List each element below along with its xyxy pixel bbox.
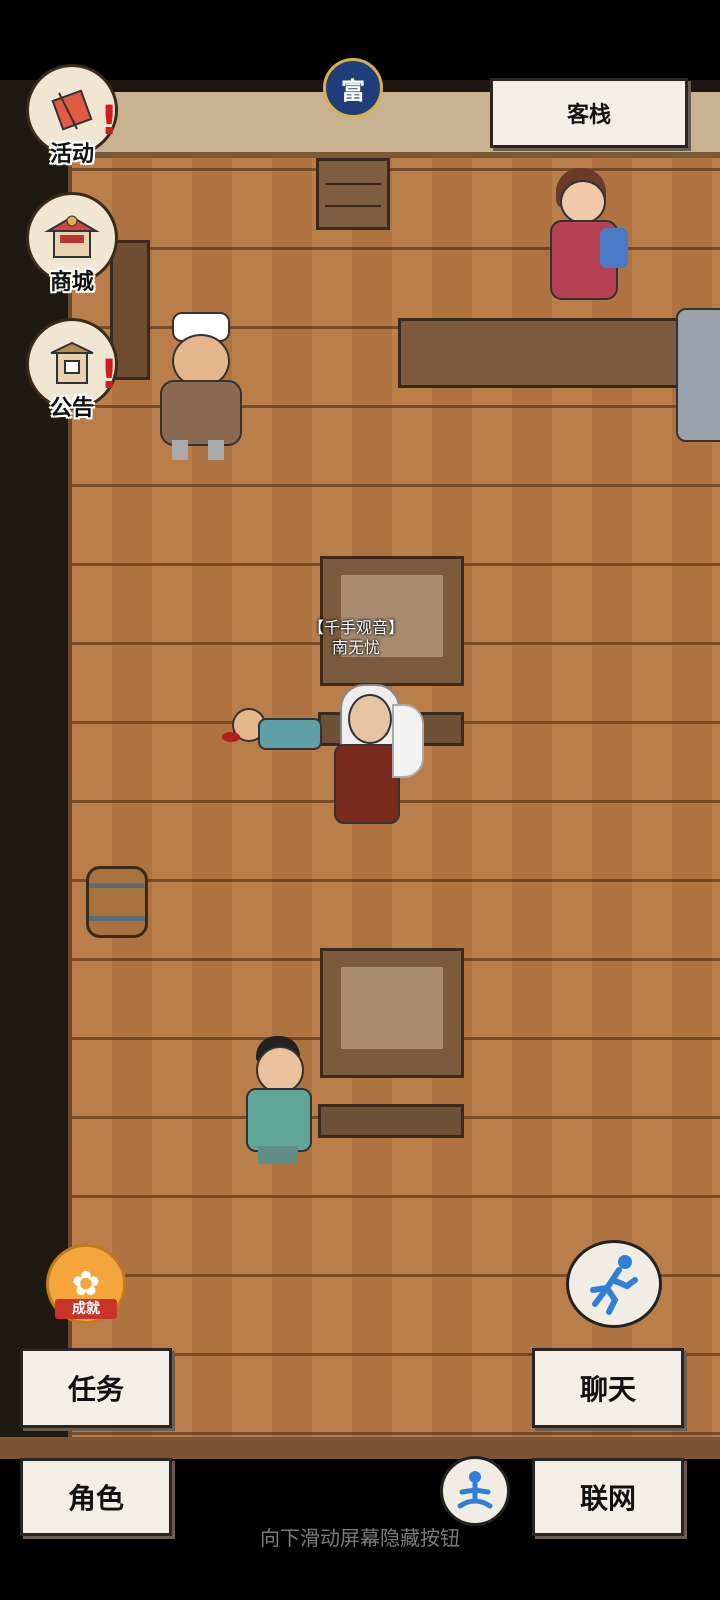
dining-table-2 bbox=[320, 948, 464, 1078]
notice-label: 公告 bbox=[49, 396, 94, 421]
notice-button[interactable]: ! 公告 bbox=[24, 318, 120, 428]
player-character[interactable] bbox=[322, 672, 424, 828]
activity-button[interactable]: ! 活动 bbox=[24, 64, 120, 174]
achievement-label: 成就 bbox=[55, 1299, 117, 1319]
run-button[interactable] bbox=[566, 1240, 662, 1328]
location-name: 客栈 bbox=[490, 78, 688, 148]
notification-mark: ! bbox=[100, 98, 119, 144]
medal-icon: ✿ bbox=[71, 1264, 101, 1304]
network-label: 联网 bbox=[579, 1482, 636, 1515]
running-figure-icon bbox=[590, 1255, 638, 1315]
partial-npc-right[interactable] bbox=[676, 308, 720, 442]
fortune-char: 富 bbox=[341, 76, 365, 105]
drawer-cabinet bbox=[316, 158, 390, 230]
location-label: 客栈 bbox=[566, 103, 611, 128]
swipe-hint: 向下滑动屏幕隐藏按钮 bbox=[260, 1526, 460, 1550]
notification-mark: ! bbox=[100, 352, 119, 398]
fallen-npc[interactable] bbox=[222, 700, 322, 760]
player-title: 【千手观音】 bbox=[307, 618, 404, 637]
shop-button[interactable]: 商城 bbox=[24, 192, 120, 302]
bench-2 bbox=[318, 1104, 464, 1138]
quest-label: 任务 bbox=[67, 1373, 124, 1406]
player-name: 南无忧 bbox=[331, 638, 380, 657]
activity-label: 活动 bbox=[49, 142, 94, 167]
counter bbox=[398, 318, 720, 388]
achievement-button[interactable]: ✿ 成就 bbox=[46, 1244, 126, 1324]
quest-button[interactable]: 任务 bbox=[20, 1348, 172, 1428]
lady-npc[interactable] bbox=[538, 168, 632, 304]
bottom-wall bbox=[0, 1437, 720, 1459]
fortune-badge[interactable]: 富 bbox=[323, 58, 383, 118]
barrel[interactable] bbox=[86, 866, 148, 938]
character-label: 角色 bbox=[67, 1482, 124, 1515]
cook-npc[interactable] bbox=[138, 312, 258, 462]
meditation-icon bbox=[457, 1471, 493, 1509]
waiter-npc[interactable] bbox=[234, 1036, 318, 1166]
meditate-button[interactable] bbox=[440, 1456, 510, 1526]
shop-label: 商城 bbox=[49, 270, 94, 295]
player-nameplate: 【千手观音】 南无忧 bbox=[296, 618, 416, 658]
chat-label: 聊天 bbox=[579, 1373, 636, 1406]
chat-button[interactable]: 聊天 bbox=[532, 1348, 684, 1428]
